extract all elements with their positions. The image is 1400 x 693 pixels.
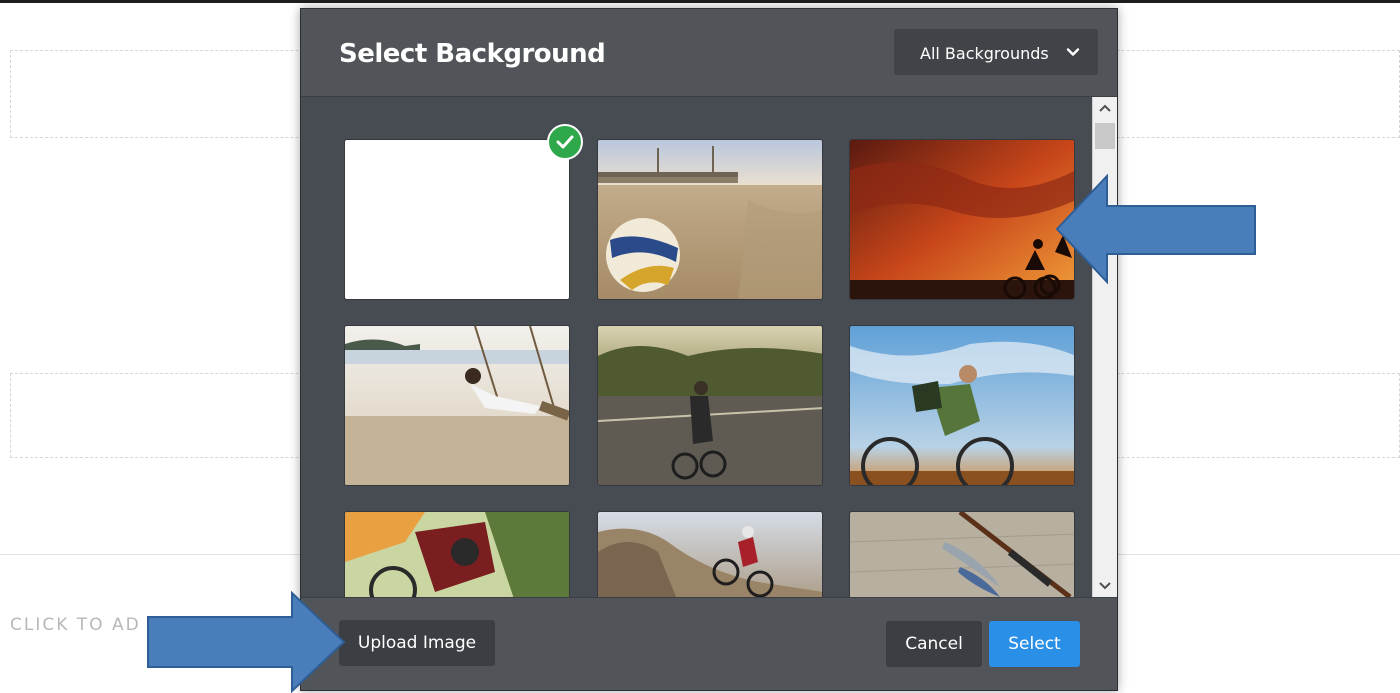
thumb-road-cyclist[interactable] — [597, 325, 823, 486]
scroll-thumb[interactable] — [1095, 123, 1115, 149]
thumb-bmx-rocks[interactable] — [597, 511, 823, 597]
background-grid — [301, 97, 1117, 597]
thumb-beach-swing[interactable] — [344, 325, 570, 486]
background-filter-dropdown[interactable]: All Backgrounds — [894, 29, 1098, 75]
scroll-up-arrow-icon[interactable] — [1093, 99, 1117, 119]
select-button[interactable]: Select — [989, 621, 1080, 667]
scroll-down-arrow-icon[interactable] — [1093, 575, 1117, 595]
upload-image-button[interactable]: Upload Image — [339, 620, 495, 666]
annotation-arrow-right-icon — [147, 591, 346, 693]
modal-title: Select Background — [339, 39, 606, 69]
dropdown-selected-value: All Backgrounds — [920, 44, 1049, 63]
cancel-button[interactable]: Cancel — [886, 621, 982, 667]
page-click-to-add-text[interactable]: CLICK TO AD — [10, 615, 141, 635]
top-bar — [0, 0, 1400, 3]
annotation-arrow-left-icon — [1055, 174, 1256, 284]
grid-scrollbar[interactable] — [1092, 97, 1117, 597]
thumb-volleyball-beach[interactable] — [597, 139, 823, 300]
thumb-blank-white[interactable] — [344, 139, 570, 300]
thumb-sunset-cyclists[interactable] — [849, 139, 1075, 300]
chevron-down-icon — [1066, 48, 1080, 56]
thumb-cyclist-blue-sky[interactable] — [849, 325, 1075, 486]
modal-header: Select Background All Backgrounds — [301, 9, 1117, 97]
select-background-modal: Select Background All Backgrounds Upload… — [300, 8, 1118, 691]
thumb-fishing-rod[interactable] — [849, 511, 1075, 597]
check-icon — [547, 124, 583, 160]
modal-footer: Upload Image Cancel Select — [301, 597, 1117, 690]
thumb-cyclist-closeup[interactable] — [344, 511, 570, 597]
